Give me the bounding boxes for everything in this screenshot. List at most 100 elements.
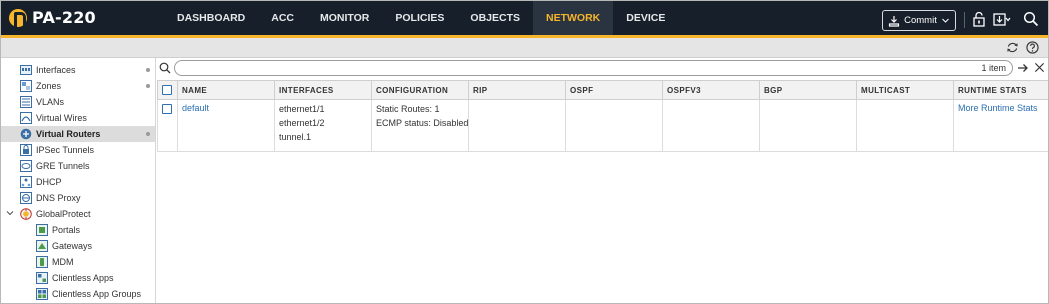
page-toolbar xyxy=(1,38,1048,58)
table-row[interactable]: default ethernet1/1 ethernet1/2 tunnel.1… xyxy=(157,99,1048,152)
sidebar-item-virtual-routers[interactable]: Virtual Routers xyxy=(1,126,155,142)
top-navigation-bar: PA-220 DASHBOARD ACC MONITOR POLICIES OB… xyxy=(1,1,1048,38)
column-header-ospfv3[interactable]: OSPFV3 xyxy=(662,80,760,100)
tab-monitor[interactable]: MONITOR xyxy=(307,1,382,35)
gateways-icon xyxy=(36,240,48,252)
status-dot xyxy=(146,132,150,136)
sidebar-item-label: Portals xyxy=(52,225,81,235)
sidebar-item-label: Virtual Routers xyxy=(36,129,101,139)
sidebar-item-portals[interactable]: Portals xyxy=(1,222,155,238)
cell-name: default xyxy=(177,99,275,152)
cell-rip xyxy=(468,99,566,152)
clientless-apps-icon xyxy=(36,272,48,284)
column-header-ospf[interactable]: OSPF xyxy=(565,80,663,100)
commit-icon xyxy=(889,15,900,27)
column-header-multicast[interactable]: MULTICAST xyxy=(856,80,954,100)
tab-dashboard[interactable]: DASHBOARD xyxy=(164,1,258,35)
sidebar-item-label: IPSec Tunnels xyxy=(36,145,95,155)
row-checkbox[interactable] xyxy=(162,103,172,114)
chevron-down-icon[interactable] xyxy=(6,209,14,217)
cell-multicast xyxy=(856,99,954,152)
sidebar-item-dns-proxy[interactable]: DNS Proxy xyxy=(1,190,155,206)
more-runtime-stats-link[interactable]: More Runtime Stats xyxy=(958,103,1038,113)
router-name-link[interactable]: default xyxy=(182,103,209,113)
interfaces-icon xyxy=(20,65,32,75)
sidebar-item-interfaces[interactable]: Interfaces xyxy=(1,62,155,78)
filter-box: 1 item xyxy=(174,60,1013,76)
sidebar-item-label: Clientless Apps xyxy=(52,273,114,283)
lock-icon[interactable] xyxy=(971,11,987,27)
interface-value: tunnel.1 xyxy=(279,132,312,142)
sidebar-item-label: Gateways xyxy=(52,241,93,251)
status-dot xyxy=(146,68,150,72)
refresh-icon[interactable] xyxy=(1006,41,1019,54)
cell-interfaces: ethernet1/1 ethernet1/2 tunnel.1 xyxy=(274,99,372,152)
column-header-rip[interactable]: RIP xyxy=(468,80,566,100)
sidebar-item-clientless-app-groups[interactable]: Clientless App Groups xyxy=(1,286,155,302)
cell-configuration: Static Routes: 1 ECMP status: Disabled xyxy=(371,99,469,152)
chevron-down-icon xyxy=(941,18,949,23)
sidebar-item-virtual-wires[interactable]: Virtual Wires xyxy=(1,110,155,126)
sidebar-item-mdm[interactable]: MDM xyxy=(1,254,155,270)
sidebar-item-label: GlobalProtect xyxy=(36,209,91,219)
sidebar-item-clientless-apps[interactable]: Clientless Apps xyxy=(1,270,155,286)
configuration-value: Static Routes: 1 xyxy=(376,104,440,114)
config-download-icon[interactable] xyxy=(993,11,1011,27)
search-icon[interactable] xyxy=(1023,11,1039,27)
device-model-label: PA-220 xyxy=(32,8,96,27)
zones-icon xyxy=(20,80,32,92)
sidebar-item-label: DNS Proxy xyxy=(36,193,81,203)
row-select-cell xyxy=(157,99,178,152)
tab-device[interactable]: DEVICE xyxy=(613,1,678,35)
globalprotect-icon xyxy=(20,208,32,220)
sidebar-item-vlans[interactable]: VLANs xyxy=(1,94,155,110)
virtual-wires-icon xyxy=(20,112,32,124)
sidebar-item-label: MDM xyxy=(52,257,74,267)
logo[interactable]: PA-220 xyxy=(9,8,96,27)
portals-icon xyxy=(36,224,48,236)
column-header-configuration[interactable]: CONFIGURATION xyxy=(371,80,469,100)
item-count: 1 item xyxy=(981,63,1006,73)
cell-bgp xyxy=(759,99,857,152)
header-divider xyxy=(964,12,965,28)
column-header-interfaces[interactable]: INTERFACES xyxy=(274,80,372,100)
interface-value: ethernet1/1 xyxy=(279,104,325,114)
select-all-header xyxy=(157,80,178,100)
virtual-routers-table: NAME INTERFACES CONFIGURATION RIP OSPF O… xyxy=(157,80,1048,152)
sidebar-item-zones[interactable]: Zones xyxy=(1,78,155,94)
apply-filter-arrow-icon[interactable] xyxy=(1017,62,1029,74)
sidebar-item-label: VLANs xyxy=(36,97,65,107)
sidebar-item-ipsec-tunnels[interactable]: IPSec Tunnels xyxy=(1,142,155,158)
sidebar-item-dhcp[interactable]: DHCP xyxy=(1,174,155,190)
commit-label: Commit xyxy=(904,15,937,26)
help-icon[interactable] xyxy=(1026,41,1039,54)
clear-filter-icon[interactable] xyxy=(1034,62,1045,73)
sidebar-item-gateways[interactable]: Gateways xyxy=(1,238,155,254)
interface-value: ethernet1/2 xyxy=(279,118,325,128)
tab-objects[interactable]: OBJECTS xyxy=(457,1,533,35)
dhcp-icon xyxy=(20,176,32,188)
tab-acc[interactable]: ACC xyxy=(258,1,307,35)
sidebar-item-label: Clientless App Groups xyxy=(52,289,142,299)
tab-policies[interactable]: POLICIES xyxy=(382,1,457,35)
ipsec-icon xyxy=(20,144,32,156)
sidebar-item-gre-tunnels[interactable]: GRE Tunnels xyxy=(1,158,155,174)
column-header-name[interactable]: NAME xyxy=(177,80,275,100)
sidebar-item-label: GRE Tunnels xyxy=(36,161,90,171)
filter-input[interactable] xyxy=(181,62,961,74)
clientless-app-groups-icon xyxy=(36,288,48,300)
tab-network[interactable]: NETWORK xyxy=(533,1,614,35)
sidebar-item-label: Zones xyxy=(36,81,62,91)
column-header-runtime-stats[interactable]: RUNTIME STATS xyxy=(953,80,1048,100)
virtual-routers-icon xyxy=(20,128,32,140)
sidebar-item-label: DHCP xyxy=(36,177,62,187)
sidebar-item-globalprotect[interactable]: GlobalProtect xyxy=(1,206,155,222)
main-nav: DASHBOARD ACC MONITOR POLICIES OBJECTS N… xyxy=(164,1,678,35)
commit-button[interactable]: Commit xyxy=(882,10,956,31)
sidebar-item-label: Virtual Wires xyxy=(36,113,87,123)
status-dot xyxy=(146,84,150,88)
select-all-checkbox[interactable] xyxy=(162,85,172,95)
paloalto-logo-icon xyxy=(9,8,27,27)
column-header-bgp[interactable]: BGP xyxy=(759,80,857,100)
cell-ospf xyxy=(565,99,663,152)
